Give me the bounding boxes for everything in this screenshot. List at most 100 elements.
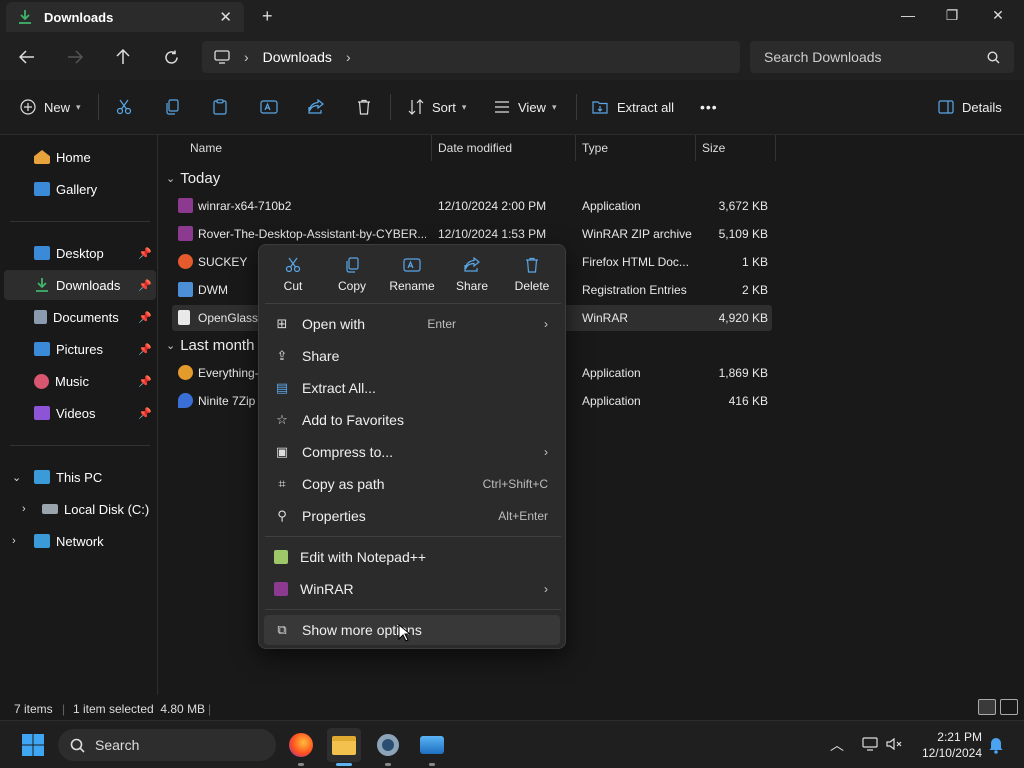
- context-rename-button[interactable]: Rename: [383, 255, 441, 293]
- view-button[interactable]: View ▾: [494, 96, 556, 118]
- share-icon: [464, 257, 480, 272]
- videos-icon: [34, 406, 50, 420]
- sidebar-item-videos[interactable]: Videos 📌: [4, 398, 156, 428]
- taskbar-file-explorer[interactable]: [327, 728, 361, 766]
- group-header-last-month[interactable]: ⌄ Last month: [166, 337, 254, 354]
- menu-separator: [265, 536, 561, 537]
- group-header-today[interactable]: ⌄ Today: [166, 170, 220, 187]
- start-button[interactable]: [16, 728, 50, 762]
- chevron-right-icon[interactable]: ›: [346, 49, 351, 65]
- tab-close-button[interactable]: ✕: [219, 8, 232, 26]
- rename-button[interactable]: [260, 96, 278, 118]
- documents-icon: [34, 310, 47, 324]
- more-options-button[interactable]: •••: [700, 96, 718, 118]
- menu-item-add-to-favorites[interactable]: ☆ Add to Favorites: [264, 405, 560, 435]
- sidebar-item-documents[interactable]: Documents 📌: [4, 302, 156, 332]
- sidebar-item-home[interactable]: Home: [4, 142, 156, 172]
- details-view-toggle[interactable]: [978, 699, 996, 715]
- context-share-button[interactable]: Share: [443, 255, 501, 293]
- pin-icon[interactable]: 📌: [138, 279, 152, 292]
- context-copy-button[interactable]: Copy: [323, 255, 381, 293]
- share-button[interactable]: [308, 96, 324, 118]
- restore-button[interactable]: ❐: [932, 4, 972, 26]
- chevron-down-icon[interactable]: ⌄: [12, 471, 21, 484]
- sidebar-item-this-pc[interactable]: ⌄ This PC: [4, 462, 156, 492]
- folder-icon: [332, 735, 356, 755]
- forward-button[interactable]: [62, 44, 88, 70]
- sidebar-item-desktop[interactable]: Desktop 📌: [4, 238, 156, 268]
- context-cut-button[interactable]: Cut: [264, 255, 322, 293]
- new-tab-button[interactable]: +: [262, 6, 273, 27]
- context-delete-button[interactable]: Delete: [503, 255, 561, 293]
- file-row[interactable]: winrar-x64-710b2 12/10/2024 2:00 PM Appl…: [172, 193, 772, 219]
- sidebar-item-downloads[interactable]: Downloads 📌: [4, 270, 156, 300]
- refresh-button[interactable]: [158, 44, 184, 70]
- column-header-date[interactable]: Date modified: [432, 135, 576, 161]
- pin-icon[interactable]: 📌: [138, 375, 152, 388]
- column-header-size[interactable]: Size: [696, 135, 776, 161]
- menu-item-winrar[interactable]: WinRAR ›: [264, 574, 560, 604]
- sidebar-item-music[interactable]: Music 📌: [4, 366, 156, 396]
- menu-item-label: Share: [302, 348, 340, 364]
- delete-button[interactable]: [356, 96, 372, 118]
- chevron-right-icon[interactable]: ›: [22, 503, 26, 515]
- pin-icon[interactable]: 📌: [138, 311, 152, 324]
- chevron-right-icon[interactable]: ›: [12, 535, 16, 547]
- system-clock[interactable]: 2:21 PM 12/10/2024: [916, 729, 982, 761]
- rename-icon: [403, 258, 421, 272]
- column-header-type[interactable]: Type: [576, 135, 696, 161]
- details-pane-button[interactable]: Details: [938, 96, 1002, 118]
- breadcrumb-downloads[interactable]: Downloads: [263, 49, 332, 65]
- volume-muted-icon[interactable]: [886, 737, 902, 751]
- file-type: Registration Entries: [582, 283, 687, 297]
- taskbar-firefox[interactable]: [284, 728, 318, 766]
- breadcrumb[interactable]: › Downloads ›: [202, 41, 740, 73]
- copy-button[interactable]: [164, 96, 180, 118]
- cut-button[interactable]: [116, 96, 132, 118]
- up-button[interactable]: [110, 44, 136, 70]
- taskbar-settings[interactable]: [371, 728, 405, 766]
- search-input[interactable]: Search Downloads: [750, 41, 1014, 73]
- notification-bell-icon[interactable]: [988, 736, 1004, 754]
- sidebar-item-network[interactable]: › Network: [4, 526, 156, 556]
- menu-item-properties[interactable]: ⚲ Properties Alt+Enter: [264, 501, 560, 531]
- file-type: Firefox HTML Doc...: [582, 255, 689, 269]
- quick-action-label: Delete: [514, 279, 550, 293]
- sidebar-item-pictures[interactable]: Pictures 📌: [4, 334, 156, 364]
- menu-item-extract-all[interactable]: ▤ Extract All...: [264, 373, 560, 403]
- pin-icon[interactable]: 📌: [138, 407, 152, 420]
- extract-icon: [592, 101, 608, 114]
- network-status-icon[interactable]: [862, 737, 878, 751]
- sort-label: Sort: [432, 99, 456, 115]
- column-header-name[interactable]: Name: [184, 135, 432, 161]
- tab-downloads[interactable]: Downloads ✕: [6, 2, 244, 32]
- tiles-view-toggle[interactable]: [1000, 699, 1018, 715]
- sidebar-item-label: Music: [55, 373, 89, 389]
- rename-icon: [260, 100, 278, 114]
- taskbar-search[interactable]: Search: [58, 729, 276, 761]
- menu-item-open-with[interactable]: ⊞ Open with Enter ›: [264, 309, 560, 339]
- chevron-up-icon[interactable]: ︿: [830, 735, 844, 755]
- menu-item-shortcut: Alt+Enter: [498, 509, 548, 523]
- taskbar-app[interactable]: [415, 728, 449, 766]
- new-button[interactable]: New ▾: [20, 96, 81, 118]
- menu-item-label: Add to Favorites: [302, 412, 404, 428]
- cut-icon: [116, 99, 132, 115]
- menu-item-show-more-options[interactable]: ⧉ Show more options: [264, 615, 560, 645]
- back-button[interactable]: [14, 44, 40, 70]
- menu-item-label: Open with: [302, 316, 366, 332]
- sidebar-item-local-disk[interactable]: › Local Disk (C:): [4, 494, 156, 524]
- menu-item-compress-to[interactable]: ▣ Compress to... ›: [264, 437, 560, 467]
- paste-button[interactable]: [212, 96, 228, 118]
- winrar-icon: [178, 226, 193, 241]
- menu-item-copy-as-path[interactable]: ⌗ Copy as path Ctrl+Shift+C: [264, 469, 560, 499]
- menu-item-share[interactable]: ⇪ Share: [264, 341, 560, 371]
- sort-button[interactable]: Sort ▾: [408, 96, 466, 118]
- minimize-button[interactable]: —: [888, 4, 928, 26]
- pin-icon[interactable]: 📌: [138, 343, 152, 356]
- extract-all-button[interactable]: Extract all: [592, 96, 674, 118]
- sidebar-item-gallery[interactable]: Gallery: [4, 174, 156, 204]
- pin-icon[interactable]: 📌: [138, 247, 152, 260]
- menu-item-edit-notepad[interactable]: Edit with Notepad++: [264, 542, 560, 572]
- close-button[interactable]: ✕: [978, 4, 1018, 26]
